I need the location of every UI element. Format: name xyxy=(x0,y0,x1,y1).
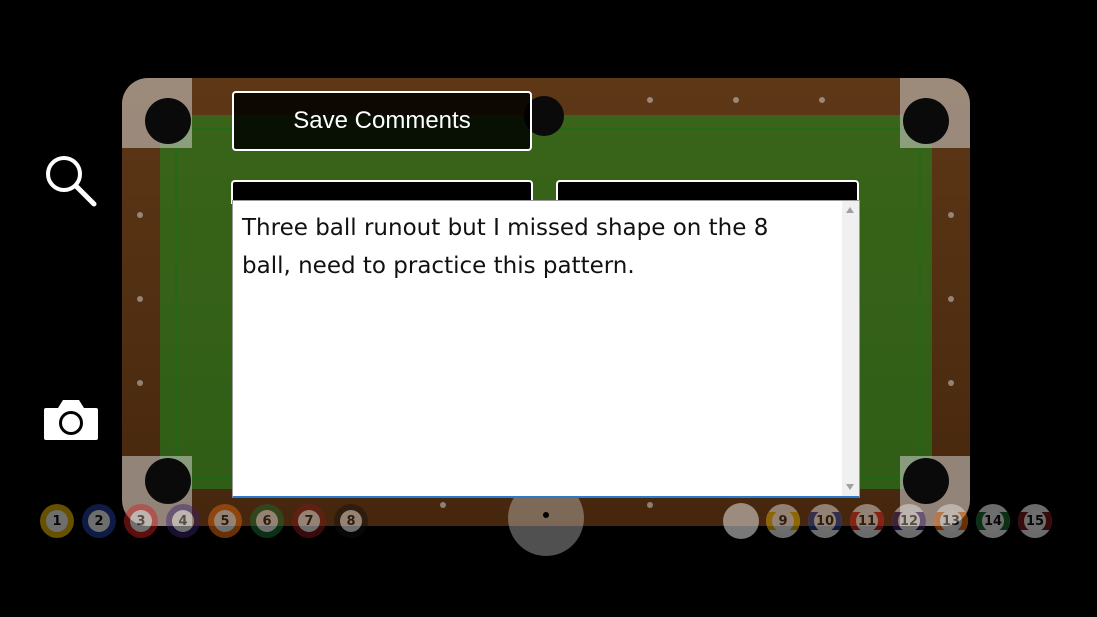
ball-5: 5 xyxy=(208,504,242,538)
rail-diamond xyxy=(948,296,954,302)
pocket xyxy=(903,458,949,504)
scroll-up-arrow-icon[interactable] xyxy=(846,207,854,213)
ball-15: 15 xyxy=(1018,504,1052,538)
ball-number: 8 xyxy=(340,510,362,532)
ball-9: 9 xyxy=(766,504,800,538)
rail-diamond xyxy=(440,502,446,508)
ball-number: 4 xyxy=(172,510,194,532)
comment-textarea[interactable]: Three ball runout but I missed shape on … xyxy=(232,200,860,498)
ball-number: 11 xyxy=(856,510,878,532)
ball-12: 12 xyxy=(892,504,926,538)
ball-number: 6 xyxy=(256,510,278,532)
comment-text: Three ball runout but I missed shape on … xyxy=(242,215,769,279)
ball-number: 15 xyxy=(1024,510,1046,532)
ball-number: 13 xyxy=(940,510,962,532)
ball-13: 13 xyxy=(934,504,968,538)
ball-2: 2 xyxy=(82,504,116,538)
camera-icon[interactable] xyxy=(42,396,100,444)
ball-10: 10 xyxy=(808,504,842,538)
ball-number: 14 xyxy=(982,510,1004,532)
rail-diamond xyxy=(137,380,143,386)
ball-number: 7 xyxy=(298,510,320,532)
ball-number: 2 xyxy=(88,510,110,532)
ball-11: 11 xyxy=(850,504,884,538)
rail-diamond xyxy=(647,97,653,103)
ball-7: 7 xyxy=(292,504,326,538)
pocket xyxy=(903,98,949,144)
ball-6: 6 xyxy=(250,504,284,538)
ball-4: 4 xyxy=(166,504,200,538)
ball-number: 10 xyxy=(814,510,836,532)
ball-number: 3 xyxy=(130,510,152,532)
ball-number: 12 xyxy=(898,510,920,532)
cue-ball xyxy=(723,503,759,539)
rail-diamond xyxy=(137,296,143,302)
rail-diamond xyxy=(948,380,954,386)
scroll-down-arrow-icon[interactable] xyxy=(846,484,854,490)
spin-indicator xyxy=(543,512,549,518)
ball-1: 1 xyxy=(40,504,74,538)
ball-number: 5 xyxy=(214,510,236,532)
scrollbar[interactable] xyxy=(842,201,859,496)
search-icon[interactable] xyxy=(40,150,100,210)
ball-14: 14 xyxy=(976,504,1010,538)
ball-number: 1 xyxy=(46,510,68,532)
rail-diamond xyxy=(647,502,653,508)
ball-number: 9 xyxy=(772,510,794,532)
rail-diamond xyxy=(819,97,825,103)
ball-8: 8 xyxy=(334,504,368,538)
ball-3: 3 xyxy=(124,504,158,538)
pocket xyxy=(145,458,191,504)
save-comments-label: Save Comments xyxy=(293,107,471,134)
save-comments-button[interactable]: Save Comments xyxy=(232,91,532,151)
rail-diamond xyxy=(948,212,954,218)
rail-diamond xyxy=(733,97,739,103)
pocket xyxy=(145,98,191,144)
rail-diamond xyxy=(137,212,143,218)
